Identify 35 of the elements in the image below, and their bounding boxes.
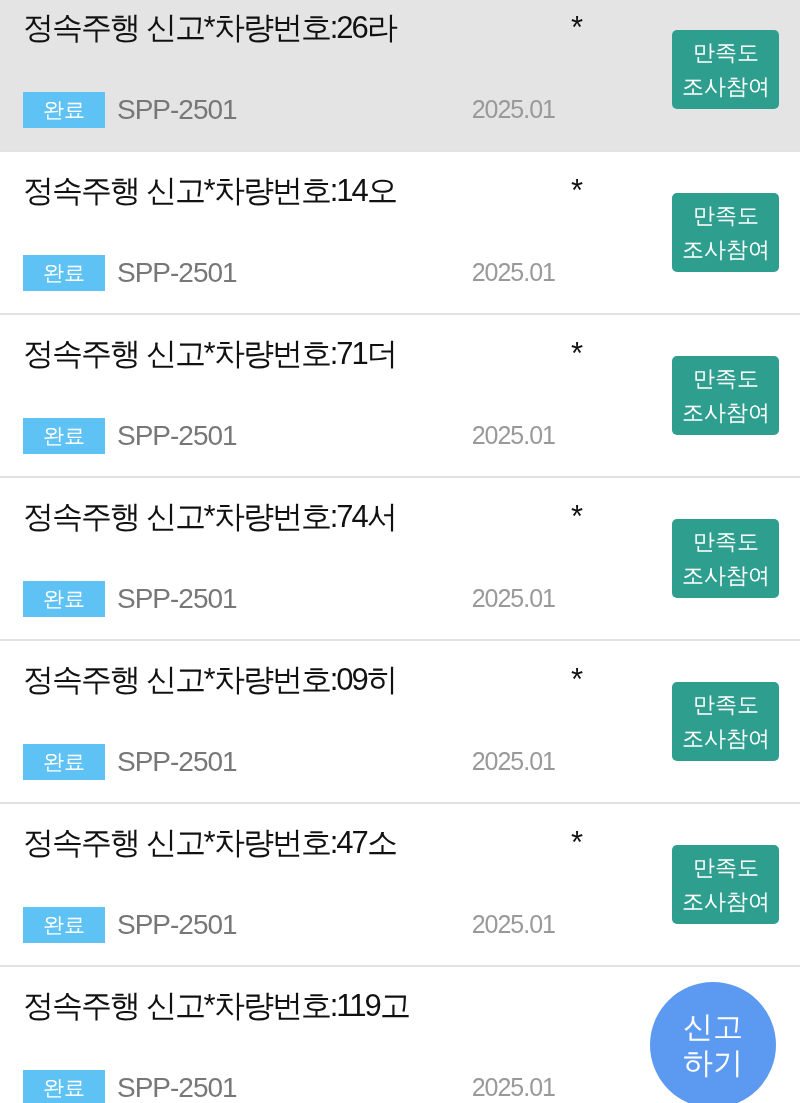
asterisk-mark: * bbox=[570, 824, 583, 862]
report-title: 정속주행 신고*차량번호:119고 bbox=[23, 987, 409, 1025]
asterisk-mark: * bbox=[570, 9, 583, 47]
report-date: 2025.01 bbox=[471, 583, 555, 615]
report-id: SPP-2501 bbox=[117, 582, 237, 616]
asterisk-mark: * bbox=[570, 661, 583, 699]
report-id: SPP-2501 bbox=[117, 908, 237, 942]
report-date: 2025.01 bbox=[471, 420, 555, 452]
report-id: SPP-2501 bbox=[117, 93, 237, 127]
report-title: 정속주행 신고*차량번호:26라 bbox=[23, 9, 396, 47]
report-id: SPP-2501 bbox=[117, 419, 237, 453]
asterisk-mark: * bbox=[570, 172, 583, 210]
report-row[interactable]: 정속주행 신고*차량번호:26라 * 완료 SPP-2501 2025.01 만족도 조사참여 bbox=[0, 0, 800, 152]
report-title: 정속주행 신고*차량번호:47소 bbox=[23, 824, 396, 862]
report-date: 2025.01 bbox=[471, 746, 555, 778]
status-badge: 완료 bbox=[23, 92, 105, 128]
report-date: 2025.01 bbox=[471, 909, 555, 941]
status-badge: 완료 bbox=[23, 1070, 105, 1103]
report-title: 정속주행 신고*차량번호:71더 bbox=[23, 335, 396, 373]
report-title: 정속주행 신고*차량번호:74서 bbox=[23, 498, 396, 536]
status-badge: 완료 bbox=[23, 255, 105, 291]
report-title: 정속주행 신고*차량번호:09히 bbox=[23, 661, 396, 699]
report-id: SPP-2501 bbox=[117, 1071, 237, 1103]
report-id: SPP-2501 bbox=[117, 745, 237, 779]
report-title: 정속주행 신고*차량번호:14오 bbox=[23, 172, 396, 210]
status-badge: 완료 bbox=[23, 744, 105, 780]
report-date: 2025.01 bbox=[471, 94, 555, 126]
report-id: SPP-2501 bbox=[117, 256, 237, 290]
report-date: 2025.01 bbox=[471, 257, 555, 289]
asterisk-mark: * bbox=[570, 498, 583, 536]
status-badge: 완료 bbox=[23, 418, 105, 454]
status-badge: 완료 bbox=[23, 907, 105, 943]
asterisk-mark: * bbox=[570, 335, 583, 373]
status-badge: 완료 bbox=[23, 581, 105, 617]
report-date: 2025.01 bbox=[471, 1072, 555, 1103]
